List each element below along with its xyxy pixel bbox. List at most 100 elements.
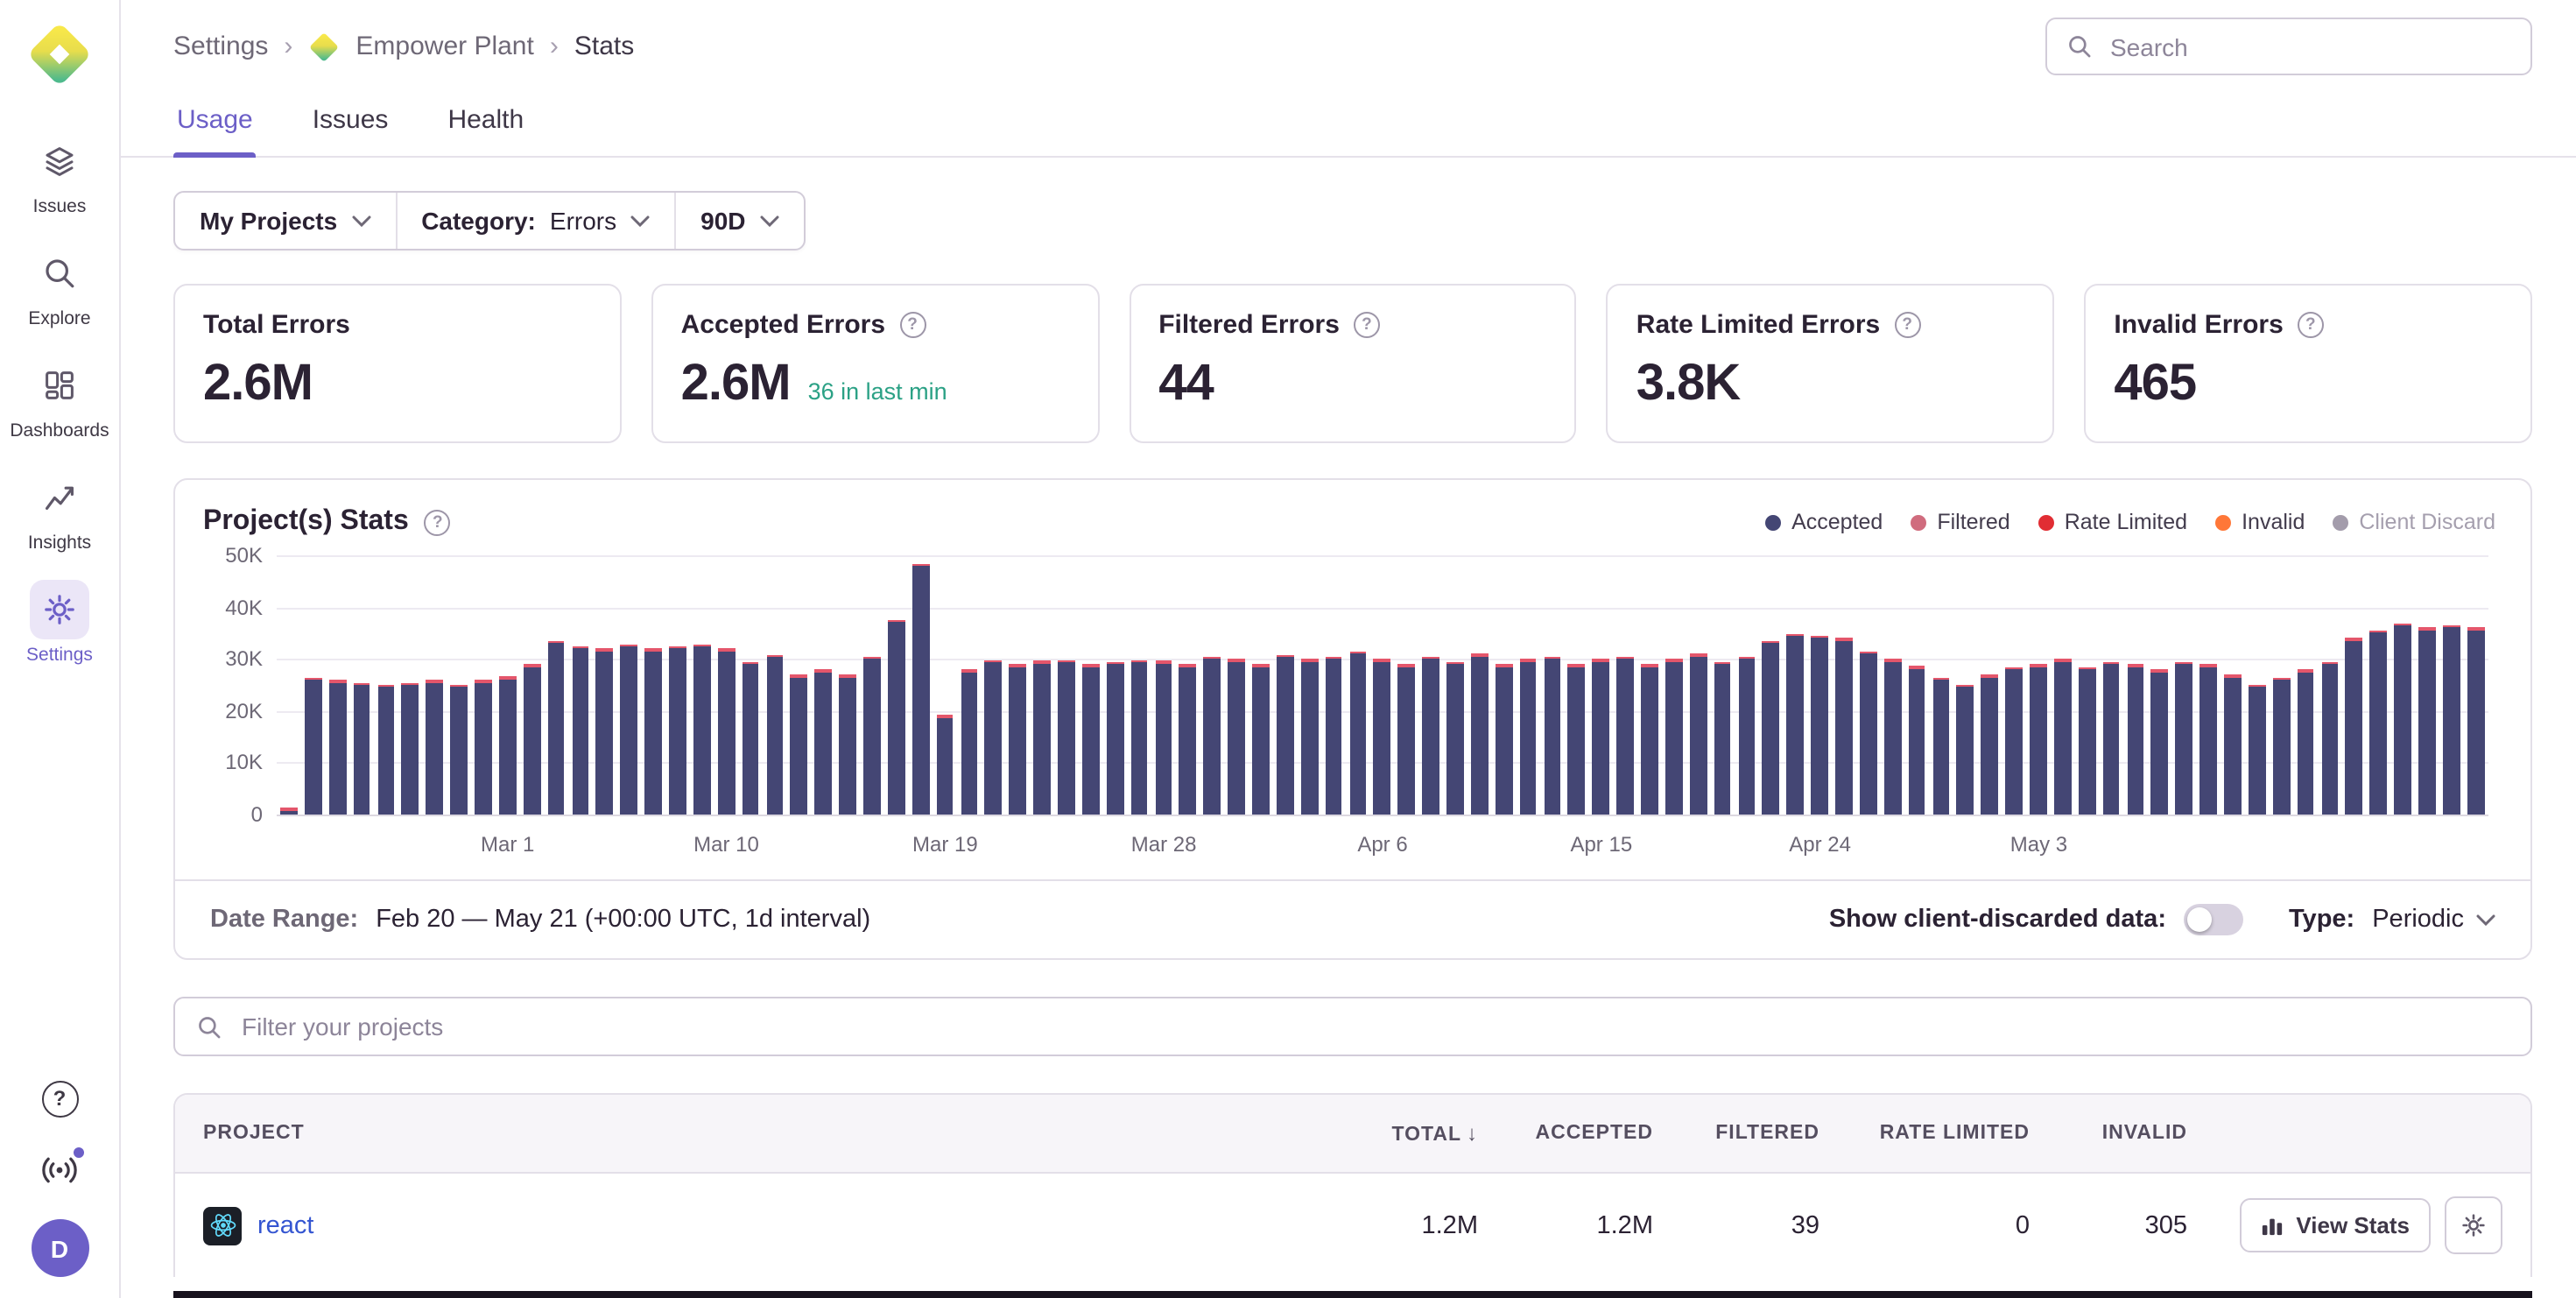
info-icon[interactable]: ? — [1894, 312, 1920, 338]
chart-bar[interactable] — [426, 555, 443, 815]
chart-bar[interactable] — [1204, 555, 1221, 815]
sidebar-item-issues[interactable]: Issues — [30, 131, 89, 217]
chart-bar[interactable] — [2224, 555, 2241, 815]
chart-bar[interactable] — [1130, 555, 1147, 815]
chart-bar[interactable] — [1374, 555, 1390, 815]
chart-bar[interactable] — [1179, 555, 1196, 815]
chart-bar[interactable] — [936, 555, 953, 815]
search-input[interactable] — [2107, 31, 2511, 62]
chart-bar[interactable] — [450, 555, 467, 815]
legend-item[interactable]: Filtered — [1911, 510, 2009, 534]
chart-bar[interactable] — [1082, 555, 1099, 815]
chart-bar[interactable] — [402, 555, 419, 815]
chart-bar[interactable] — [1568, 555, 1585, 815]
chart-bar[interactable] — [1641, 555, 1658, 815]
chart-bar[interactable] — [1616, 555, 1633, 815]
chart-bar[interactable] — [815, 555, 832, 815]
chart-bar[interactable] — [1033, 555, 1050, 815]
chart-bar[interactable] — [742, 555, 758, 815]
chart-bar[interactable] — [1835, 555, 1852, 815]
chart-bar[interactable] — [1665, 555, 1682, 815]
chart-bar[interactable] — [1544, 555, 1560, 815]
chart-bar[interactable] — [2005, 555, 2022, 815]
tab-health[interactable]: Health — [444, 89, 527, 156]
project-link[interactable]: react — [257, 1211, 314, 1239]
sidebar-item-settings[interactable]: Settings — [26, 580, 93, 666]
tab-usage[interactable]: Usage — [173, 89, 257, 156]
chart-bar[interactable] — [353, 555, 370, 815]
chart-bar[interactable] — [1593, 555, 1609, 815]
project-settings-button[interactable] — [2445, 1196, 2502, 1254]
chart-bar[interactable] — [766, 555, 783, 815]
org-logo[interactable] — [25, 19, 95, 89]
col-total[interactable]: Total↓ — [1331, 1095, 1506, 1172]
chart-bar[interactable] — [1446, 555, 1463, 815]
chart-bar[interactable] — [2443, 555, 2460, 815]
chart-bar[interactable] — [791, 555, 807, 815]
legend-item[interactable]: Invalid — [2215, 510, 2305, 534]
chart-bar[interactable] — [1349, 555, 1366, 815]
breadcrumb-settings[interactable]: Settings — [173, 32, 268, 61]
chart-bar[interactable] — [475, 555, 491, 815]
help-button[interactable]: ? — [37, 1076, 82, 1121]
chart-bar[interactable] — [524, 555, 540, 815]
chart-bar[interactable] — [912, 555, 929, 815]
chart-bar[interactable] — [1981, 555, 1998, 815]
chart-bar[interactable] — [377, 555, 394, 815]
chart-bar[interactable] — [1155, 555, 1172, 815]
chart-bar[interactable] — [961, 555, 977, 815]
chart-bar[interactable] — [2199, 555, 2216, 815]
chart-bar[interactable] — [693, 555, 710, 815]
chart-bar[interactable] — [1519, 555, 1536, 815]
chart-bar[interactable] — [2054, 555, 2071, 815]
legend-item[interactable]: Rate Limited — [2038, 510, 2187, 534]
chart-bar[interactable] — [2273, 555, 2290, 815]
chart-bar[interactable] — [2370, 555, 2387, 815]
breadcrumb-org[interactable]: Empower Plant — [355, 32, 533, 61]
legend-item[interactable]: Accepted — [1765, 510, 1883, 534]
chart-bar[interactable] — [669, 555, 686, 815]
col-filtered[interactable]: Filtered — [1681, 1097, 1848, 1170]
type-selector[interactable]: Periodic — [2372, 906, 2495, 934]
chart-bar[interactable] — [1496, 555, 1512, 815]
view-stats-button[interactable]: View Stats — [2240, 1198, 2431, 1252]
chart-bar[interactable] — [1107, 555, 1123, 815]
chart-bar[interactable] — [2151, 555, 2168, 815]
chart-bar[interactable] — [2079, 555, 2095, 815]
chart-bar[interactable] — [572, 555, 588, 815]
chart-bar[interactable] — [2127, 555, 2143, 815]
global-search[interactable] — [2045, 18, 2532, 75]
chart-bar[interactable] — [621, 555, 637, 815]
chart-bar[interactable] — [305, 555, 321, 815]
chart-bar[interactable] — [1690, 555, 1707, 815]
chart-bar[interactable] — [2176, 555, 2192, 815]
chart-bar[interactable] — [499, 555, 516, 815]
chart-bar[interactable] — [1932, 555, 1949, 815]
chart-bar[interactable] — [1860, 555, 1876, 815]
sidebar-item-insights[interactable]: Insights — [28, 468, 91, 554]
legend-item[interactable]: Client Discard — [2333, 510, 2495, 534]
chart-bar[interactable] — [2394, 555, 2411, 815]
chart-bar[interactable] — [1228, 555, 1244, 815]
chart-bar[interactable] — [1884, 555, 1901, 815]
sidebar-item-explore[interactable]: Explore — [28, 243, 90, 329]
info-icon[interactable]: ? — [425, 509, 451, 535]
date-range-selector[interactable]: 90D — [674, 193, 803, 249]
col-invalid[interactable]: Invalid — [2058, 1097, 2215, 1170]
chart-bar[interactable] — [1058, 555, 1074, 815]
chart-bar[interactable] — [1277, 555, 1293, 815]
project-selector[interactable]: My Projects — [175, 193, 395, 249]
client-discard-toggle[interactable] — [2184, 904, 2243, 935]
col-rate-limited[interactable]: Rate Limited — [1848, 1097, 2058, 1170]
project-filter-input[interactable] — [238, 1011, 2509, 1042]
chart-bar[interactable] — [2297, 555, 2313, 815]
chart-bar[interactable] — [1738, 555, 1755, 815]
chart-bar[interactable] — [1301, 555, 1318, 815]
tab-issues[interactable]: Issues — [309, 89, 392, 156]
chart-bar[interactable] — [2249, 555, 2265, 815]
chart-bar[interactable] — [1908, 555, 1925, 815]
user-avatar[interactable]: D — [31, 1219, 88, 1277]
whats-new-button[interactable] — [37, 1147, 82, 1193]
chart-bar[interactable] — [1471, 555, 1488, 815]
chart-bar[interactable] — [1010, 555, 1026, 815]
